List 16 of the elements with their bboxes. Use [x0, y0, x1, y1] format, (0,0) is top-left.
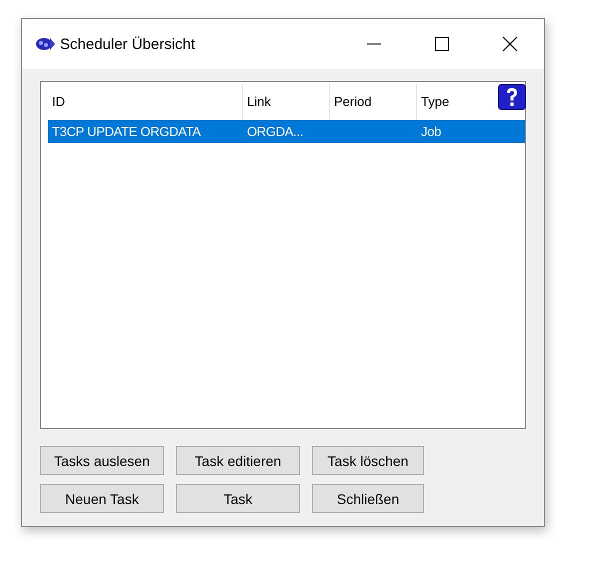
table-cell: T3CP UPDATE ORGDATA	[52, 124, 201, 139]
help-icon[interactable]	[498, 84, 526, 110]
dialog-button[interactable]: Task	[176, 484, 300, 513]
close-icon[interactable]	[502, 36, 518, 52]
table-cell: Job	[421, 124, 442, 139]
table-row[interactable]: T3CP UPDATE ORGDATA ORGDA... Job	[48, 120, 525, 143]
maximize-icon[interactable]	[434, 36, 450, 52]
window-title: Scheduler Übersicht	[60, 36, 196, 52]
dialog-button[interactable]: Task löschen	[312, 446, 424, 475]
column-header[interactable]: Type	[417, 84, 493, 120]
dialog-button[interactable]: Neuen Task	[40, 484, 164, 513]
table-cell: ORGDA...	[247, 124, 304, 139]
app-icon	[34, 36, 56, 52]
dialog-button[interactable]: Task editieren	[176, 446, 300, 475]
dialog-button[interactable]: Schließen	[312, 484, 424, 513]
dialog-button[interactable]: Tasks auslesen	[40, 446, 164, 475]
